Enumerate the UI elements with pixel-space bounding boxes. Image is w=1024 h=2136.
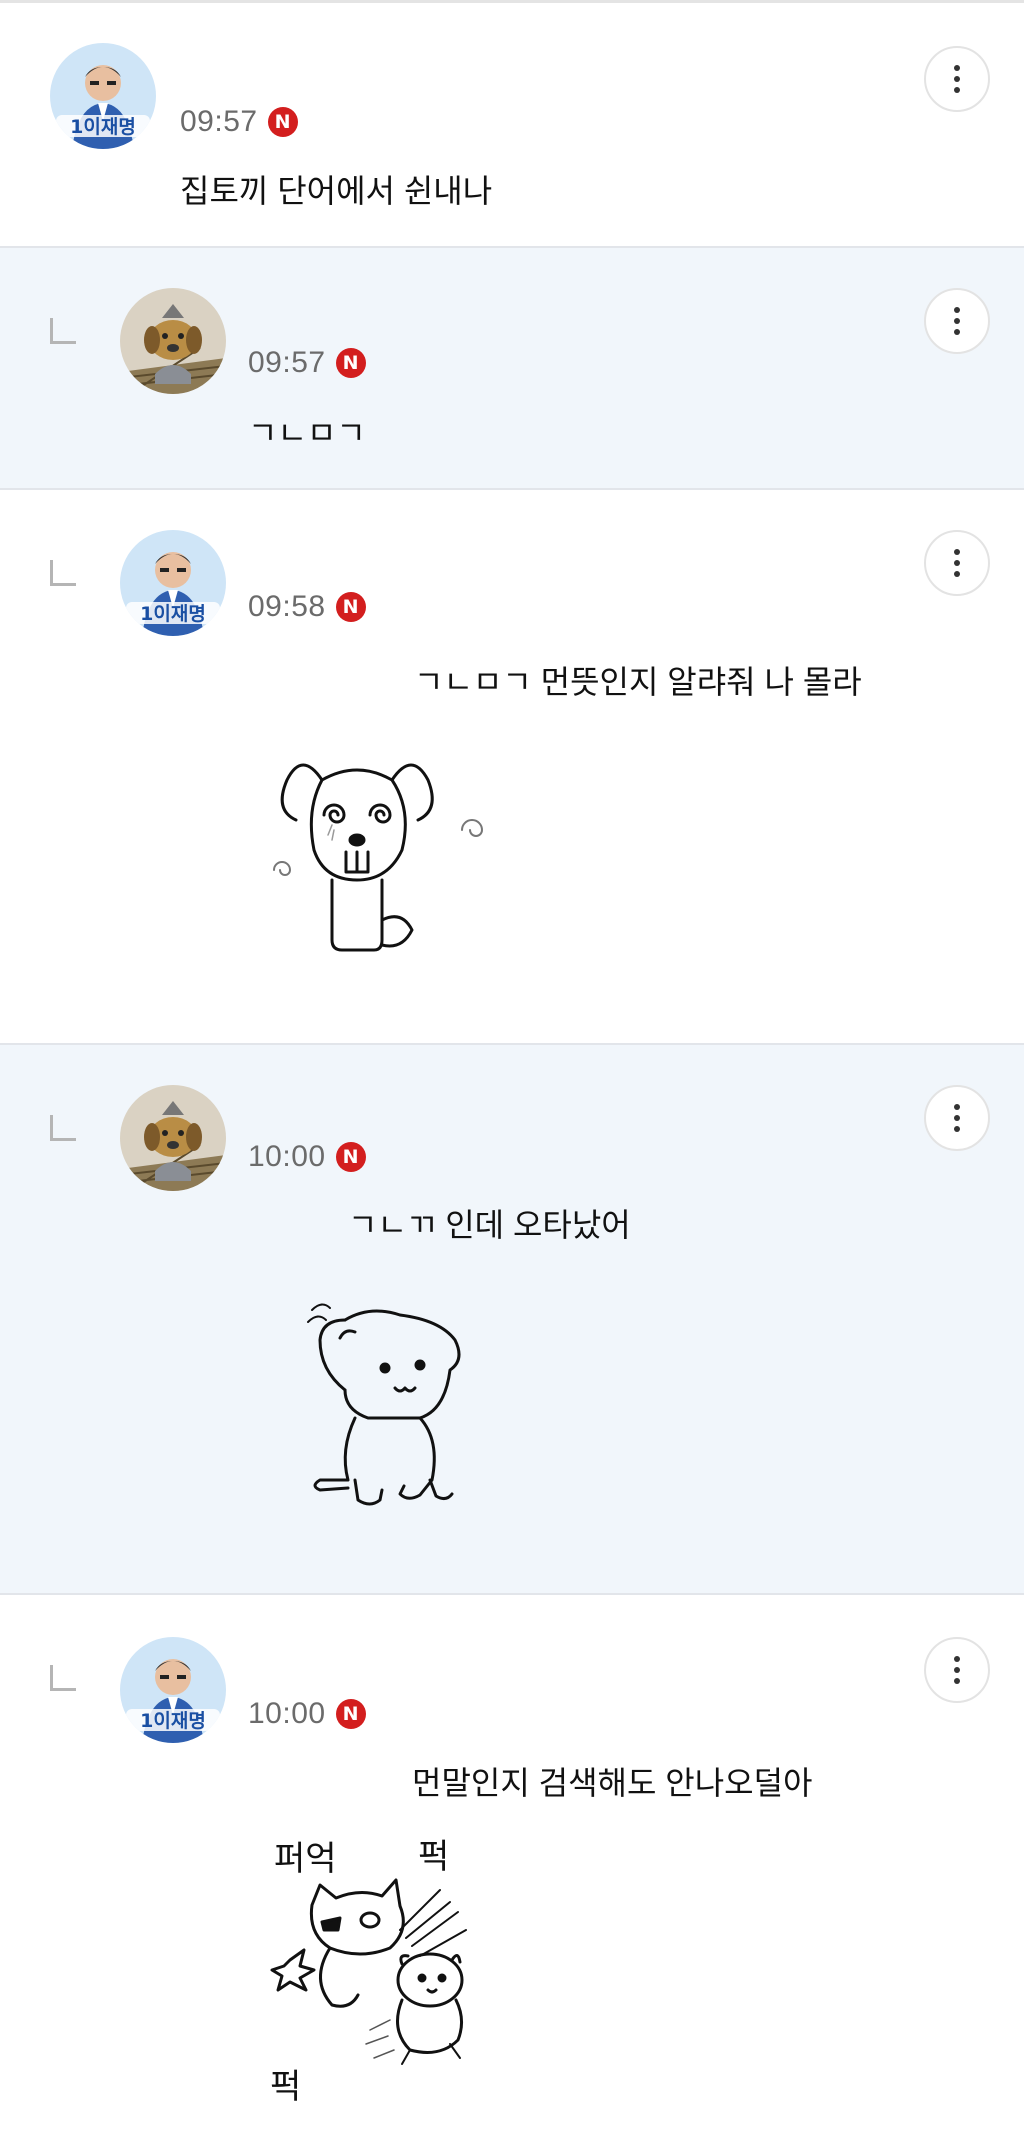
comment-meta: 10:00 N <box>248 1697 366 1731</box>
new-badge: N <box>335 1142 366 1172</box>
comment-text: 먼말인지 검색해도 안나오덜아 <box>412 1765 813 1801</box>
comment-time: 09:57 <box>180 105 258 138</box>
sticker-sfx: 퍽 <box>418 1837 449 1877</box>
reply-item: 09:57 N ㄱㄴㅁㄱ <box>0 248 1024 490</box>
comment-time: 10:00 <box>248 1140 326 1173</box>
comment-time: 10:00 <box>248 1697 326 1730</box>
comment-item: 1이재명 09:57 N 집토끼 단어에서 쉰내나 <box>0 3 1024 248</box>
new-badge: N <box>335 1699 366 1729</box>
more-vertical-icon[interactable] <box>924 1637 990 1703</box>
comment-text: ㄱㄴㅁㄱ 먼뜻인지 알랴줘 나 몰라 <box>414 664 862 700</box>
comment-meta: 10:00 N <box>248 1140 366 1174</box>
sticker-sfx: 퍼억 <box>274 1839 337 1879</box>
avatar[interactable]: 1이재명 <box>120 1637 226 1743</box>
comment-meta: 09:57 N <box>248 346 366 380</box>
reply-item: 1이재명 09:58 N ㄱㄴㅁㄱ 먼뜻인지 알랴줘 나 몰라 <box>0 490 1024 1045</box>
more-vertical-icon[interactable] <box>924 288 990 354</box>
reply-arrow-icon <box>50 1115 76 1141</box>
comment-text: ㄱㄴㄲ 인데 오타났어 <box>348 1207 631 1243</box>
more-vertical-icon[interactable] <box>924 46 990 112</box>
sticker-sfx: 퍽 <box>270 2067 301 2107</box>
comment-time: 09:58 <box>248 590 326 623</box>
more-vertical-icon[interactable] <box>924 530 990 596</box>
comment-time: 09:57 <box>248 346 326 379</box>
dizzy-dog-sticker <box>262 740 512 985</box>
reply-item: 1이재명 10:00 N 먼말인지 검색해도 안나오덜아 퍼억 퍽 퍽 <box>0 1595 1024 2136</box>
reply-item: 10:00 N ㄱㄴㄲ 인데 오타났어 <box>0 1045 1024 1595</box>
comment-meta: 09:57 N <box>180 105 298 139</box>
new-badge: N <box>267 107 298 137</box>
reply-arrow-icon <box>50 560 76 586</box>
comment-text: ㄱㄴㅁㄱ <box>248 415 366 451</box>
new-badge: N <box>335 592 366 622</box>
avatar[interactable]: 1이재명 <box>120 530 226 636</box>
comment-text: 집토끼 단어에서 쉰내나 <box>180 173 493 209</box>
reply-arrow-icon <box>50 1665 76 1691</box>
new-badge: N <box>335 348 366 378</box>
reply-arrow-icon <box>50 318 76 344</box>
avatar[interactable]: 1이재명 <box>50 43 156 149</box>
avatar[interactable] <box>120 288 226 394</box>
avatar[interactable] <box>120 1085 226 1191</box>
avatar-label: 1이재명 <box>140 603 206 625</box>
avatar-label: 1이재명 <box>140 1710 206 1732</box>
comment-meta: 09:58 N <box>248 590 366 624</box>
avatar-label: 1이재명 <box>70 116 136 138</box>
scratching-dog-sticker <box>300 1290 480 1525</box>
cat-hitting-hamster-sticker: 퍼억 퍽 퍽 <box>270 1830 510 2115</box>
more-vertical-icon[interactable] <box>924 1085 990 1151</box>
